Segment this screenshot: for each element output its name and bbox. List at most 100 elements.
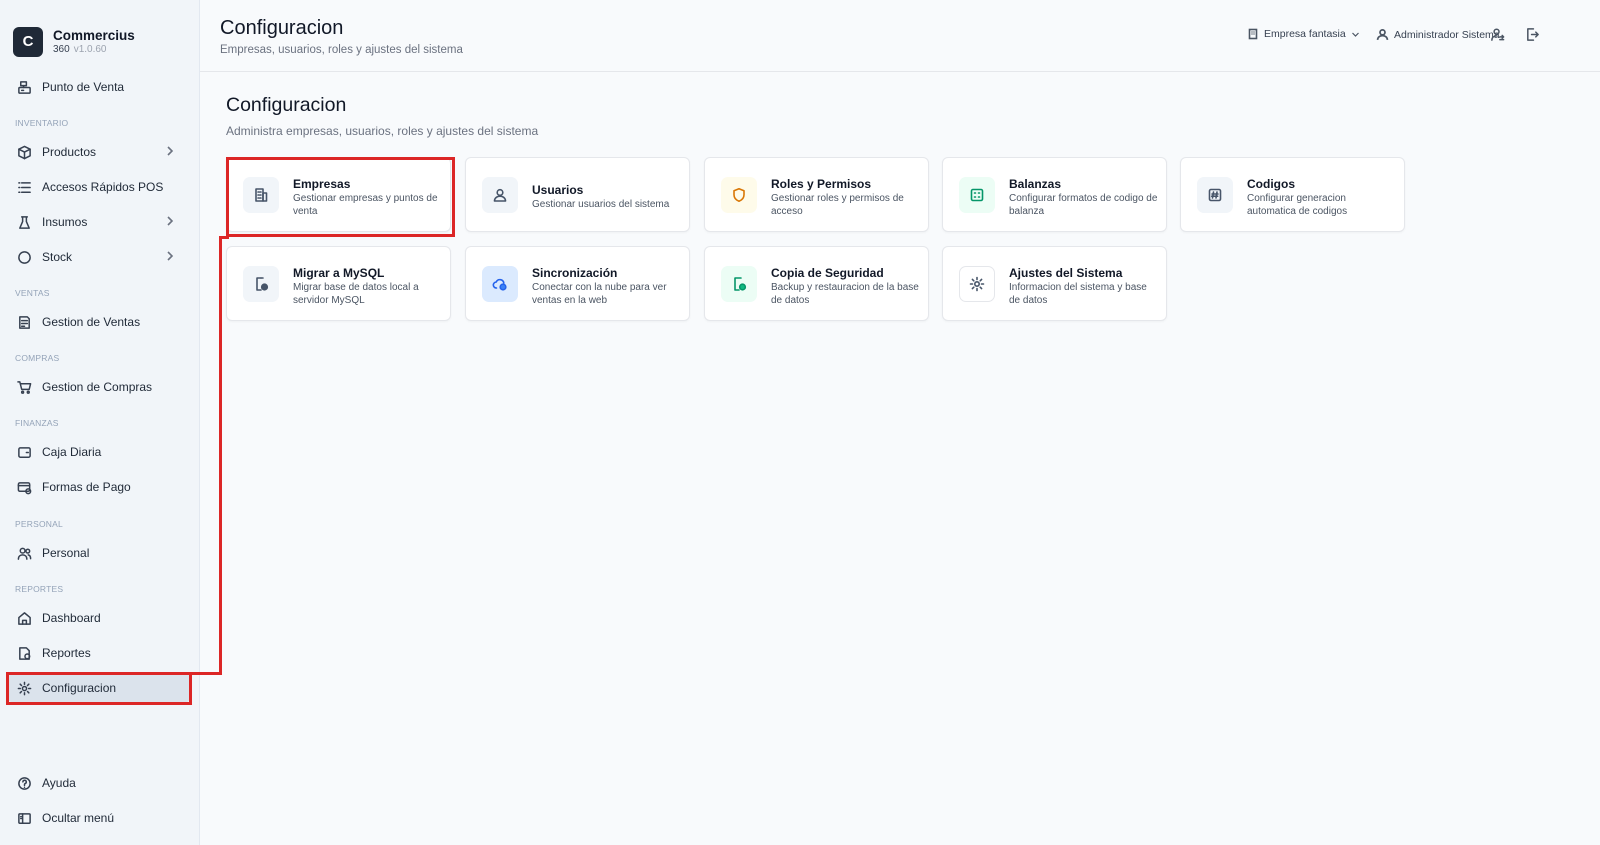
sidebar-item-label: Ayuda [42,776,76,790]
card-description: Conectar con la nube para ver ventas en … [532,282,667,306]
brand-sub: 360 [53,43,70,55]
help-icon [16,775,32,791]
card-title: Balanzas [1009,177,1062,191]
sidebar-item-label: Reportes [42,646,91,660]
card-roles-permisos[interactable]: Roles y Permisos Gestionar roles y permi… [704,157,929,232]
sidebar-item-label: Formas de Pago [42,480,131,494]
card-ajustes-sistema[interactable]: Ajustes del Sistema Informacion del sist… [942,246,1167,321]
list-icon [16,179,32,195]
wallet-icon [16,444,32,460]
cash-register-icon [16,79,32,95]
card-migrar-mysql[interactable]: Migrar a MySQL Migrar base de datos loca… [226,246,451,321]
sidebar-item-label: Caja Diaria [42,445,102,459]
header-title: Configuracion [220,17,344,39]
brand: C Commercius 360 v1.0.60 [0,0,199,66]
user-menu[interactable]: Administrador Sistema [1376,28,1500,41]
highlight-box-empresas [226,157,455,237]
chevron-down-icon [1351,32,1359,37]
section-ventas: VENTAS [15,288,50,298]
logout-button[interactable] [1525,27,1541,43]
sidebar-item-label: Punto de Venta [42,80,125,94]
card-title: Copia de Seguridad [771,266,884,280]
sidebar-item-caja-diaria[interactable]: Caja Diaria [8,438,190,466]
sidebar-item-productos[interactable]: Productos [8,138,190,166]
hash-icon [1197,177,1233,213]
card-title: Sincronización [532,266,618,280]
sidebar-item-formas-pago[interactable]: Formas de Pago [8,473,190,501]
card-description: Migrar base de datos local a servidor My… [293,282,419,306]
card-description: Configurar formatos de codigo de balanza [1009,193,1158,217]
card-title: Migrar a MySQL [293,266,385,280]
sidebar-item-label: Accesos Rápidos POS [42,180,164,194]
section-inventario: INVENTARIO [15,118,69,128]
sidebar-item-dashboard[interactable]: Dashboard [8,604,190,632]
section-compras: COMPRAS [15,353,60,363]
card-title: Ajustes del Sistema [1009,266,1123,280]
card-balanzas[interactable]: Balanzas Configurar formatos de codigo d… [942,157,1167,232]
sidebar-item-personal[interactable]: Personal [8,539,190,567]
sidebar-item-ocultar-menu[interactable]: Ocultar menú [8,804,190,832]
sidebar: C Commercius 360 v1.0.60 Punto de Venta I… [0,0,200,845]
circle-icon [16,249,32,265]
highlight-connector-horizontal [186,672,222,675]
sidebar-item-label: Dashboard [42,611,101,625]
brand-logo: C [13,26,43,57]
logout-icon [1527,28,1539,41]
sidebar-item-gestion-compras[interactable]: Gestion de Compras [8,373,190,401]
sidebar-item-reportes[interactable]: Reportes [8,639,190,667]
section-reportes: REPORTES [15,584,64,594]
flask-icon [16,214,32,230]
gear-icon [959,266,995,302]
report-icon [16,645,32,661]
card-title: Codigos [1247,177,1295,191]
sidebar-item-punto-de-venta[interactable]: Punto de Venta [8,73,190,101]
sidebar-item-stock[interactable]: Stock [8,243,190,271]
company-selector[interactable]: Empresa fantasia [1247,28,1360,40]
shield-icon [721,177,757,213]
chevron-right-icon [164,145,176,157]
brand-name: Commercius [53,27,135,43]
section-personal: PERSONAL [15,519,63,529]
card-title: Roles y Permisos [771,177,872,191]
highlight-box-configuracion [6,672,192,705]
section-finanzas: FINANZAS [15,418,59,428]
card-codigos[interactable]: Codigos Configurar generacion automatica… [1180,157,1405,232]
card-description: Gestionar usuarios del sistema [532,199,670,210]
credit-card-icon [16,479,32,495]
sidebar-item-label: Insumos [42,215,88,229]
sidebar-item-gestion-ventas[interactable]: Gestion de Ventas [8,308,190,336]
users-icon [16,545,32,561]
database-migrate-icon [243,266,279,302]
user-icon [1376,28,1389,40]
card-copia-seguridad[interactable]: Copia de Seguridad Backup y restauracion… [704,246,929,321]
sidebar-item-insumos[interactable]: Insumos [8,208,190,236]
card-sincronizacion[interactable]: Sincronización Conectar con la nube para… [465,246,690,321]
highlight-connector-vertical [219,236,222,674]
receipt-icon [16,314,32,330]
user-name: Administrador Sistema [1394,28,1500,41]
sidebar-item-ayuda[interactable]: Ayuda [8,769,190,797]
building-icon [1248,28,1258,40]
cloud-sync-icon [482,266,518,302]
user-switch-icon [1491,28,1505,41]
sidebar-item-label: Ocultar menú [42,811,115,825]
switch-user-button[interactable] [1490,27,1506,43]
chevron-right-icon [164,215,176,227]
card-title: Usuarios [532,183,584,197]
sidebar-item-accesos-rapidos[interactable]: Accesos Rápidos POS [8,173,190,201]
home-icon [16,610,32,626]
card-description: Backup y restauracion de la base de dato… [771,282,919,306]
sidebar-item-label: Stock [42,250,73,264]
card-description: Gestionar roles y permisos de acceso [771,193,904,217]
page-subtitle: Administra empresas, usuarios, roles y a… [226,124,539,138]
header-subtitle: Empresas, usuarios, roles y ajustes del … [220,44,463,56]
backup-icon [721,266,757,302]
sidebar-item-label: Productos [42,145,97,159]
sidebar-toggle-icon [16,810,32,826]
sidebar-item-label: Gestion de Ventas [42,315,141,329]
cart-icon [16,379,32,395]
card-usuarios[interactable]: Usuarios Gestionar usuarios del sistema [465,157,690,232]
sidebar-item-label: Personal [42,546,90,560]
highlight-connector-top [219,236,229,239]
sidebar-item-label: Gestion de Compras [42,380,153,394]
